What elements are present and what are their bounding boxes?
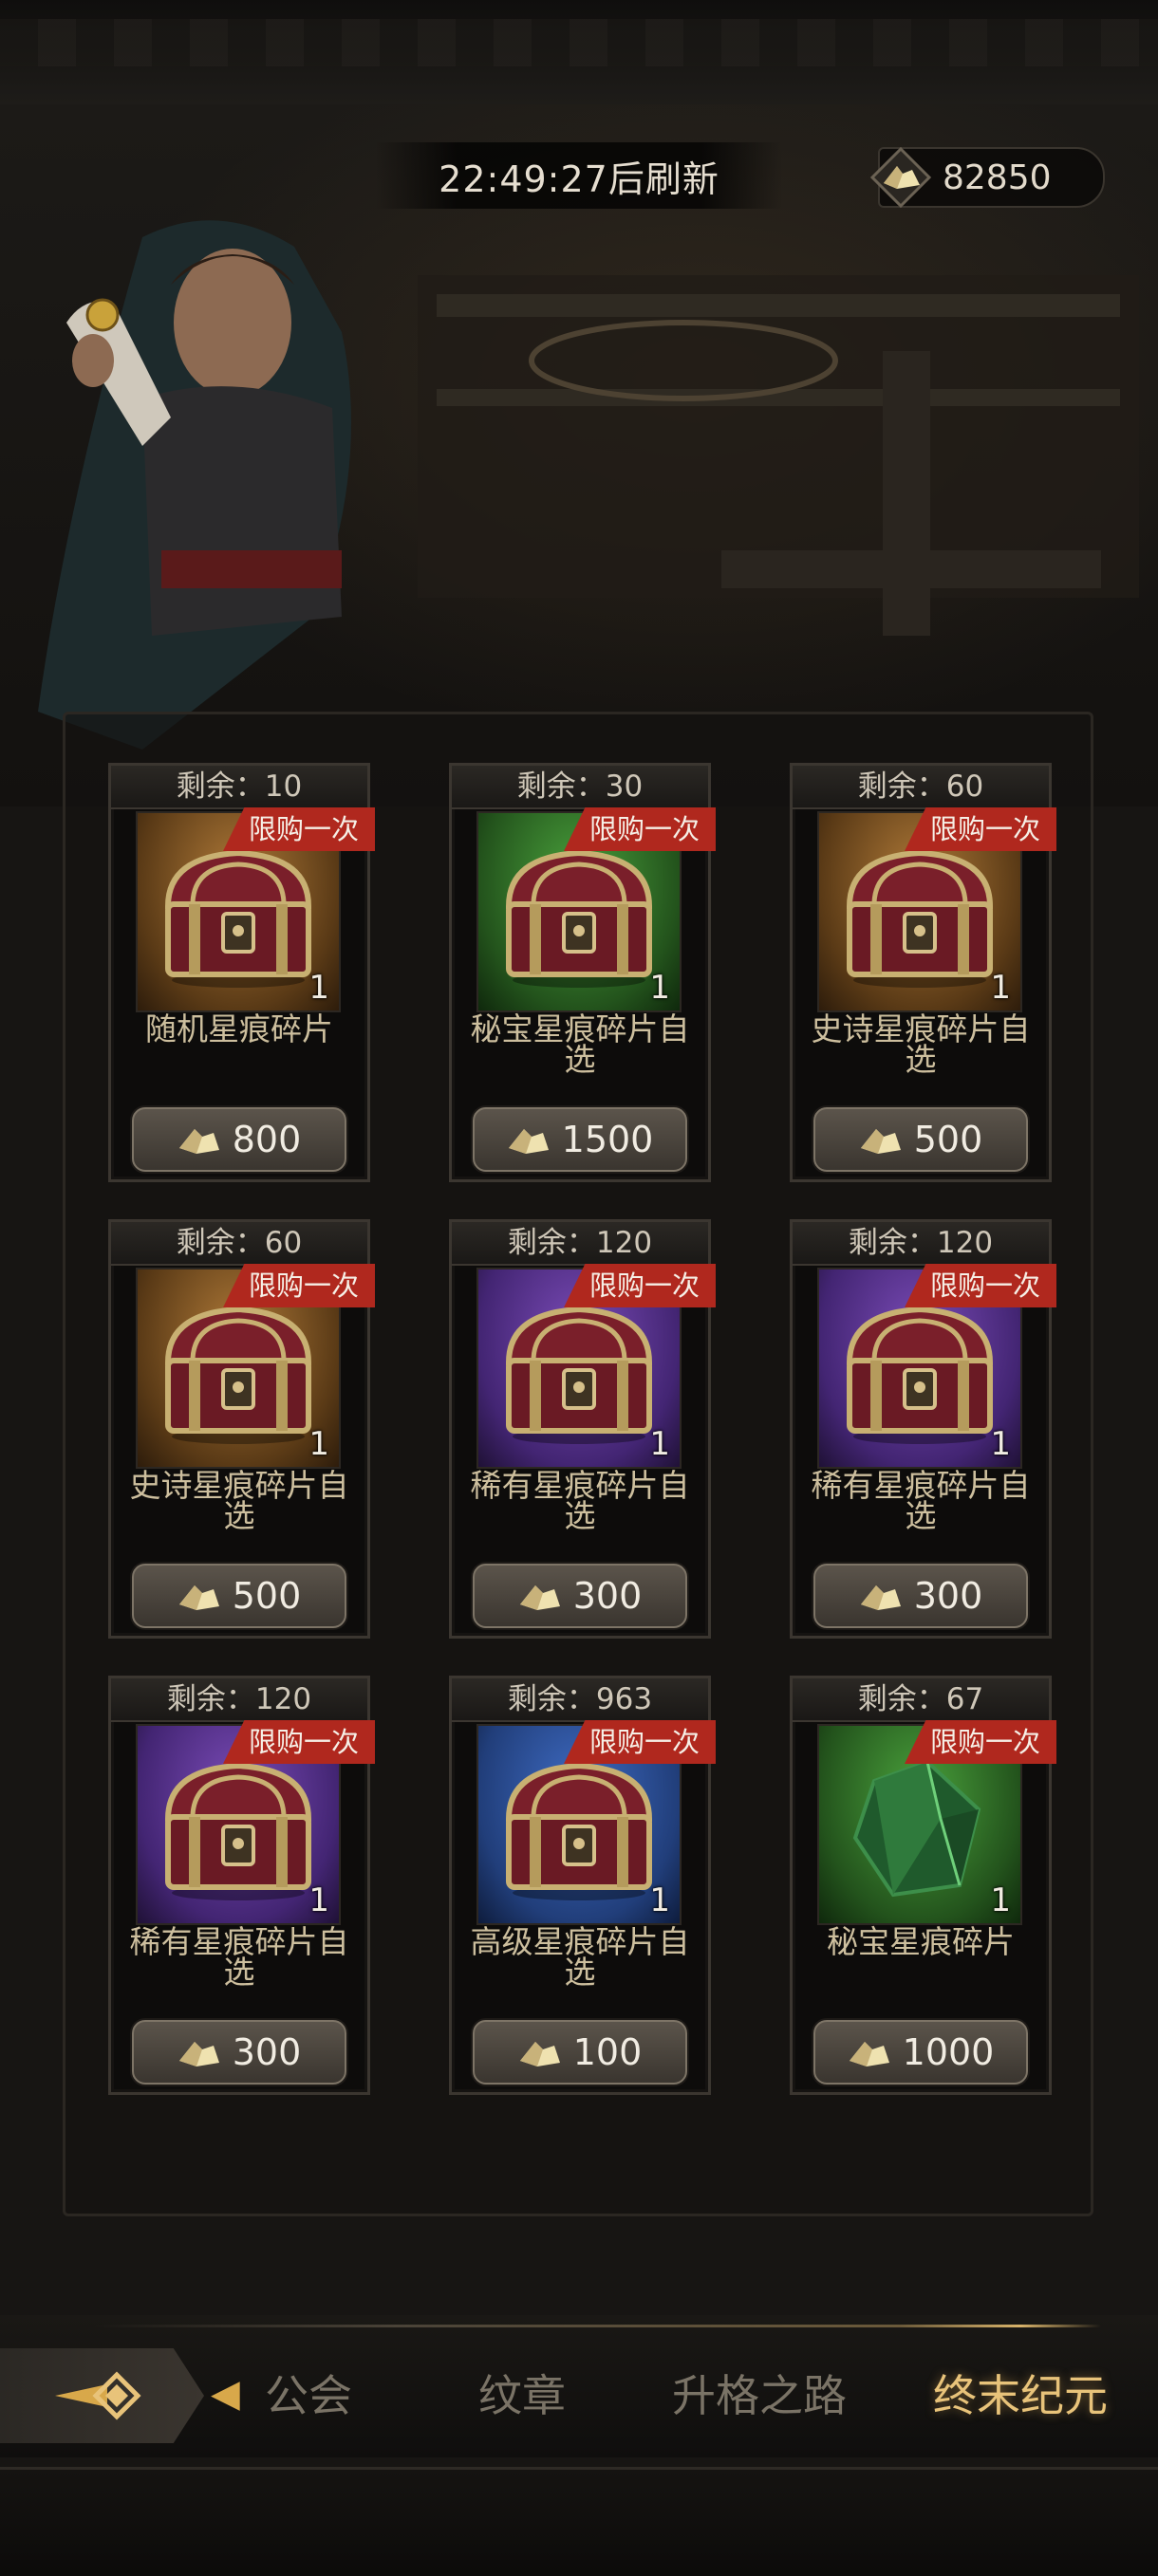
purchase-limit-badge: 限购一次: [564, 807, 716, 851]
bottom-frame: [0, 2467, 1158, 2576]
buy-button[interactable]: 300: [132, 2020, 346, 2085]
tab-ascension[interactable]: 升格之路: [655, 2363, 864, 2429]
nav-back-button[interactable]: [0, 2348, 204, 2443]
refresh-countdown: 22:49:27后刷新: [439, 158, 719, 200]
buy-button[interactable]: 500: [813, 1107, 1028, 1172]
item-quantity: 1: [649, 969, 670, 1007]
shop-item-card[interactable]: 剩余：67 1 限购一次 秘宝星痕碎片 1000: [790, 1676, 1056, 2095]
remaining-count: 剩余：963: [452, 1678, 708, 1722]
treasure-chest-icon: [505, 1762, 653, 1900]
diamond-arrow-icon: [54, 2371, 141, 2420]
item-price: 500: [232, 1575, 302, 1617]
currency-shard-icon: [860, 1585, 901, 1610]
buy-button[interactable]: 1500: [473, 1107, 687, 1172]
remaining-count: 剩余：60: [111, 1222, 367, 1266]
currency-shard-icon: [849, 2042, 889, 2066]
purchase-limit-badge: 限购一次: [905, 1264, 1056, 1307]
treasure-chest-icon: [846, 849, 994, 988]
currency-shard-icon: [178, 2042, 219, 2066]
nav-divider: [95, 2325, 1101, 2327]
buy-button[interactable]: 300: [813, 1564, 1028, 1628]
purchase-limit-badge: 限购一次: [223, 1264, 375, 1307]
item-name: 秘宝星痕碎片: [827, 1923, 1015, 1960]
item-price: 100: [572, 2031, 643, 2073]
shop-item-card[interactable]: 剩余：120 1 限购一次 稀有星痕碎片自选 300: [790, 1219, 1056, 1639]
currency-shard-icon: [508, 1129, 549, 1154]
treasure-chest-icon: [164, 1306, 312, 1444]
item-name: 稀有星痕碎片自选: [811, 1467, 1031, 1534]
remaining-count: 剩余：120: [793, 1222, 1049, 1266]
item-name: 稀有星痕碎片自选: [470, 1467, 690, 1534]
currency-shard-icon: [178, 1129, 219, 1154]
item-name: 史诗星痕碎片自选: [811, 1010, 1031, 1078]
remaining-count: 剩余：30: [452, 766, 708, 809]
shop-item-card[interactable]: 剩余：120 1 限购一次 稀有星痕碎片自选 300: [449, 1219, 716, 1639]
tab-guild[interactable]: 公会: [242, 2363, 375, 2429]
item-price: 300: [913, 1575, 983, 1617]
buy-button[interactable]: 300: [473, 1564, 687, 1628]
item-quantity: 1: [308, 1881, 329, 1919]
shop-item-card[interactable]: 剩余：30 1 限购一次 秘宝星痕碎片自选 1500: [449, 763, 716, 1182]
remaining-count: 剩余：120: [452, 1222, 708, 1266]
buy-button[interactable]: 800: [132, 1107, 346, 1172]
treasure-chest-icon: [164, 1762, 312, 1900]
merchant-character: [38, 220, 351, 750]
purchase-limit-badge: 限购一次: [564, 1720, 716, 1764]
top-frame: [0, 0, 1158, 107]
currency-shard-icon: [519, 2042, 560, 2066]
item-name: 史诗星痕碎片自选: [129, 1467, 349, 1534]
purchase-limit-badge: 限购一次: [223, 1720, 375, 1764]
purchase-limit-badge: 限购一次: [905, 807, 1056, 851]
currency-shard-icon: [868, 145, 933, 210]
remaining-count: 剩余：120: [111, 1678, 367, 1722]
item-name: 稀有星痕碎片自选: [129, 1923, 349, 1991]
item-quantity: 1: [990, 969, 1011, 1007]
shop-item-card[interactable]: 剩余：963 1 限购一次 高级星痕碎片自选 100: [449, 1676, 716, 2095]
currency-shard-icon: [860, 1129, 901, 1154]
treasure-chest-icon: [846, 1306, 994, 1444]
remaining-count: 剩余：60: [793, 766, 1049, 809]
buy-button[interactable]: 1000: [813, 2020, 1028, 2085]
tab-final-era[interactable]: 终末纪元: [911, 2363, 1130, 2429]
item-quantity: 1: [990, 1881, 1011, 1919]
treasure-chest-icon: [505, 1306, 653, 1444]
remaining-count: 剩余：67: [793, 1678, 1049, 1722]
currency-shard-icon: [178, 1585, 219, 1610]
shop-item-card[interactable]: 剩余：60 1 限购一次 史诗星痕碎片自选 500: [790, 763, 1056, 1182]
chevron-left-icon: ◀: [211, 2372, 240, 2416]
item-quantity: 1: [308, 1425, 329, 1463]
item-price: 300: [232, 2031, 302, 2073]
currency-shard-icon: [519, 1585, 560, 1610]
item-price: 300: [572, 1575, 643, 1617]
buy-button[interactable]: 500: [132, 1564, 346, 1628]
treasure-chest-icon: [164, 849, 312, 988]
refresh-timer-bar: 22:49:27后刷新: [375, 142, 783, 209]
item-price: 500: [913, 1119, 983, 1160]
purchase-limit-badge: 限购一次: [223, 807, 375, 851]
item-price: 1500: [561, 1119, 654, 1160]
shop-item-card[interactable]: 剩余：120 1 限购一次 稀有星痕碎片自选 300: [108, 1676, 375, 2095]
currency-display: 82850: [869, 146, 1105, 209]
buy-button[interactable]: 100: [473, 2020, 687, 2085]
remaining-count: 剩余：10: [111, 766, 367, 809]
purchase-limit-badge: 限购一次: [564, 1264, 716, 1307]
item-name: 秘宝星痕碎片自选: [470, 1010, 690, 1078]
tab-emblem[interactable]: 纹章: [456, 2363, 588, 2429]
item-quantity: 1: [308, 969, 329, 1007]
shop-item-card[interactable]: 剩余：60 1 限购一次 史诗星痕碎片自选 500: [108, 1219, 375, 1639]
item-price: 1000: [902, 2031, 995, 2073]
item-quantity: 1: [649, 1881, 670, 1919]
currency-amount: 82850: [943, 158, 1052, 197]
shop-item-card[interactable]: 剩余：10 1 限购一次 随机星痕碎片 800: [108, 763, 375, 1182]
item-name: 随机星痕碎片: [145, 1010, 333, 1047]
purchase-limit-badge: 限购一次: [905, 1720, 1056, 1764]
item-price: 800: [232, 1119, 302, 1160]
green-crystal-icon: [852, 1759, 981, 1898]
item-quantity: 1: [649, 1425, 670, 1463]
item-quantity: 1: [990, 1425, 1011, 1463]
item-name: 高级星痕碎片自选: [470, 1923, 690, 1991]
treasure-chest-icon: [505, 849, 653, 988]
